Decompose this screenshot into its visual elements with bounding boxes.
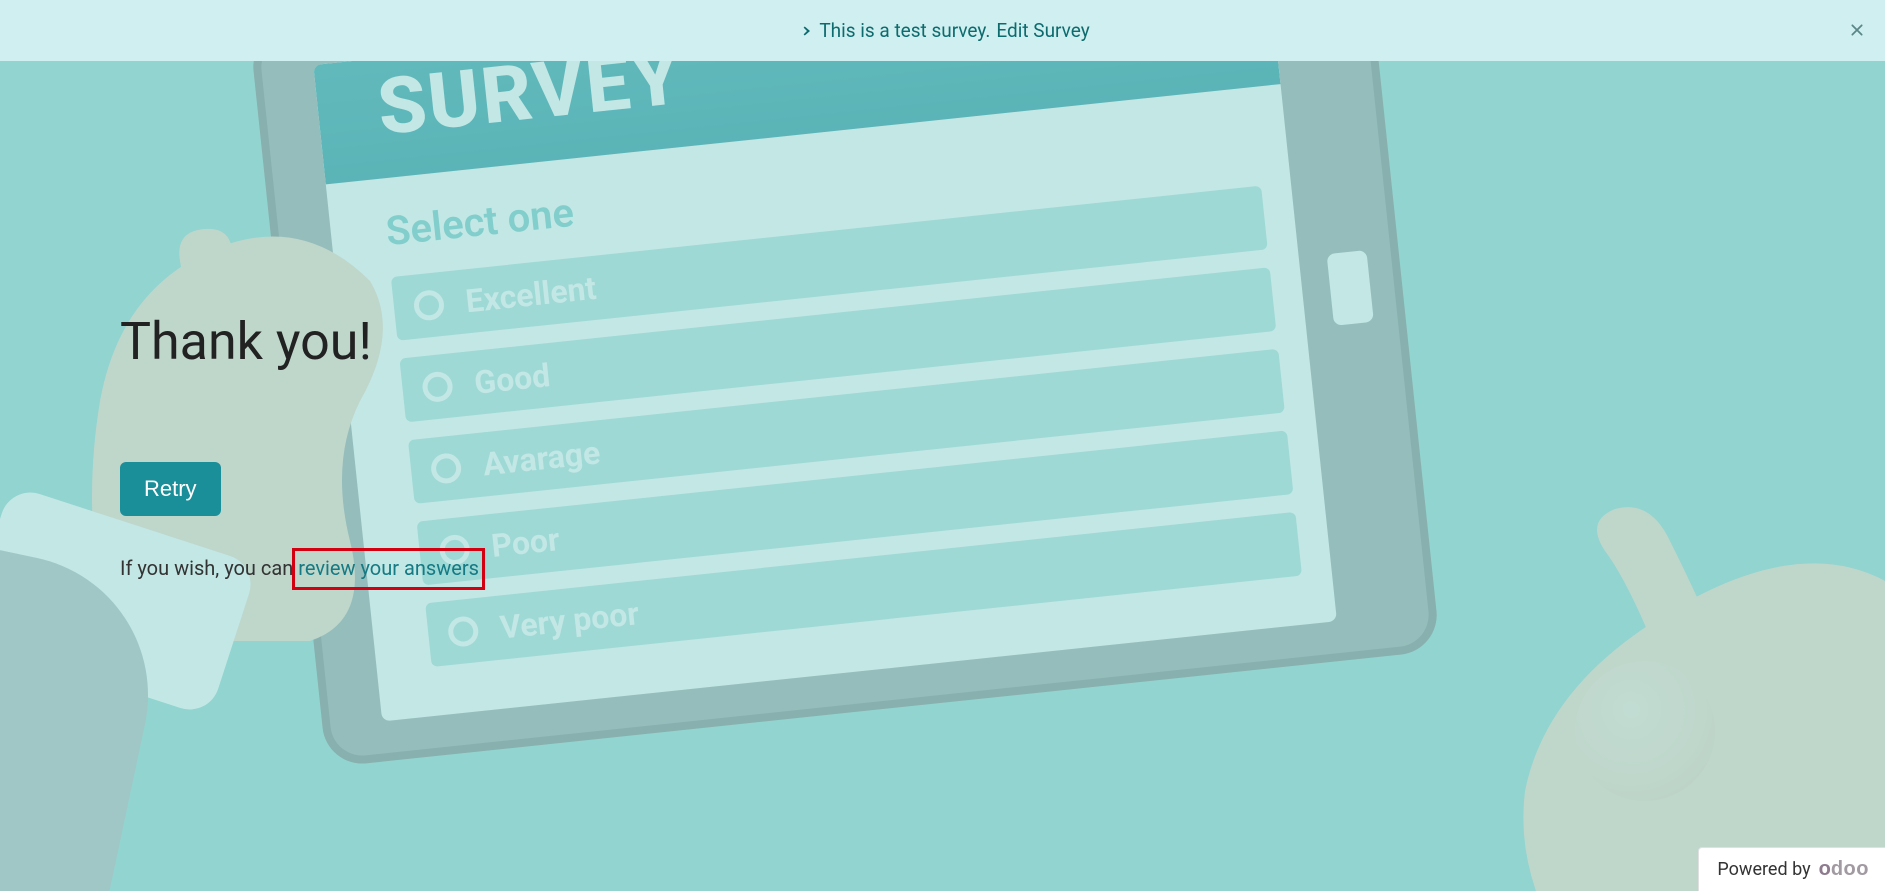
review-answers-link[interactable]: review your answers — [298, 556, 479, 580]
review-prefix-text: If you wish, you can — [120, 556, 298, 580]
close-icon — [1850, 19, 1864, 42]
odoo-logo: odoo — [1819, 858, 1869, 881]
retry-button[interactable]: Retry — [120, 462, 221, 516]
banner-text: This is a test survey. — [819, 19, 990, 42]
review-answers-line: If you wish, you can review your answers — [120, 556, 1885, 580]
close-banner-button[interactable] — [1847, 21, 1867, 41]
edit-survey-link[interactable]: Edit Survey — [996, 19, 1089, 42]
test-survey-banner: This is a test survey. Edit Survey — [0, 0, 1885, 61]
banner-content[interactable]: This is a test survey. Edit Survey — [795, 19, 1089, 42]
powered-by-footer[interactable]: Powered by odoo — [1698, 847, 1885, 891]
page-title: Thank you! — [120, 311, 1885, 372]
powered-by-label: Powered by — [1717, 859, 1810, 880]
arrow-right-icon — [795, 22, 813, 40]
